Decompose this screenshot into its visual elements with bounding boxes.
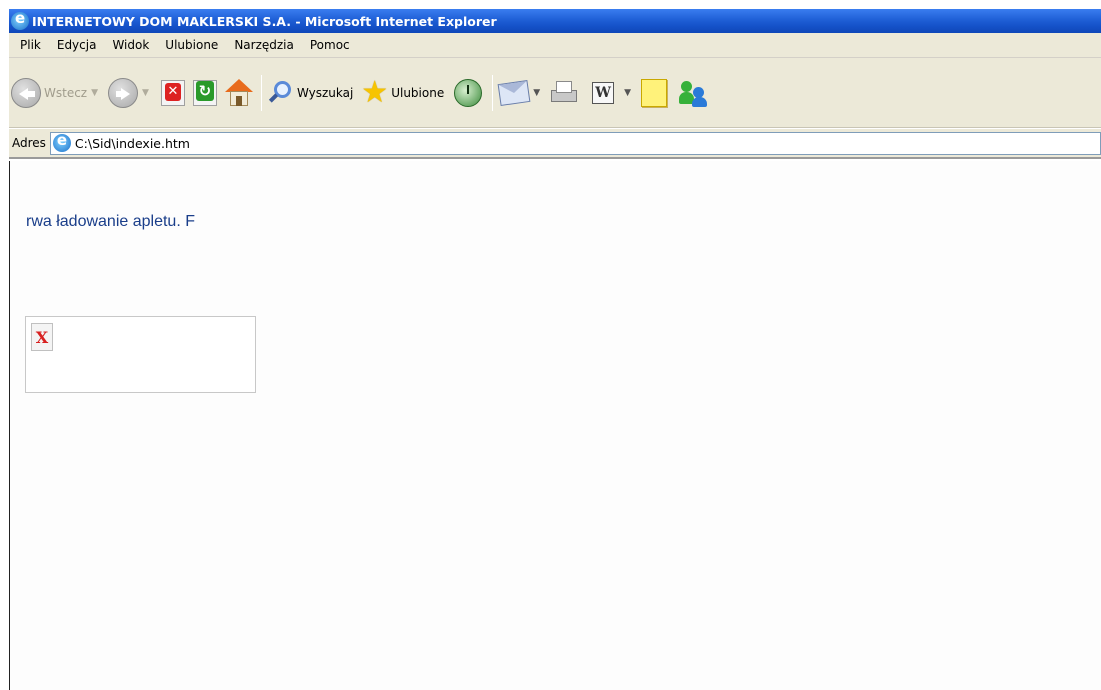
messenger-button[interactable] [679,73,709,113]
stop-icon [159,79,187,107]
home-icon [223,78,253,107]
address-label: Adres [12,136,46,150]
mail-button[interactable]: ▼ [497,73,546,113]
forward-dropdown-icon[interactable]: ▼ [142,88,149,98]
back-icon [11,77,41,108]
mail-dropdown-icon[interactable]: ▼ [533,88,540,98]
search-button[interactable]: Wyszukaj [268,73,353,113]
menu-tools[interactable]: Narzędzia [226,36,302,54]
address-value[interactable]: C:\Sid\indexie.htm [75,136,190,151]
edit-button[interactable]: W ▼ [592,73,637,113]
favorites-button[interactable]: ★ Ulubione [361,73,444,113]
menu-view[interactable]: Widok [104,36,157,54]
search-label: Wyszukaj [296,85,354,100]
menu-edit[interactable]: Edycja [49,36,105,54]
applet-loading-status: rwa ładowanie apletu. F [26,213,195,230]
menu-bar: Plik Edycja Widok Ulubione Narzędzia Pom… [9,33,1101,58]
note-icon [641,78,668,107]
forward-icon [108,77,139,108]
stop-button[interactable] [159,73,187,113]
home-button[interactable] [223,73,253,113]
menu-help[interactable]: Pomoc [302,36,358,54]
page-content: rwa ładowanie apletu. F X [9,161,1101,690]
ie-logo-icon [11,9,29,30]
back-button[interactable]: Wstecz ▼ [11,73,104,113]
title-bar[interactable]: INTERNETOWY DOM MAKLERSKI S.A. - Microso… [9,9,1101,33]
note-button[interactable] [641,73,668,113]
refresh-icon [191,79,219,107]
address-bar: Adres C:\Sid\indexie.htm [9,129,1101,159]
print-button[interactable] [550,73,578,113]
back-dropdown-icon[interactable]: ▼ [91,88,98,98]
history-icon [454,78,483,107]
broken-image-icon: X [31,323,53,351]
menu-file[interactable]: Plik [12,36,49,54]
print-icon [550,80,578,106]
mail-icon [497,79,531,106]
messenger-icon [679,79,709,107]
window-title: INTERNETOWY DOM MAKLERSKI S.A. - Microso… [32,13,497,29]
star-icon: ★ [361,74,389,110]
applet-placeholder[interactable]: X [25,316,256,393]
history-button[interactable] [454,73,483,113]
word-icon: W [592,81,615,104]
favorites-label: Ulubione [391,85,445,100]
edit-dropdown-icon[interactable]: ▼ [624,88,631,98]
forward-button[interactable]: ▼ [108,73,155,113]
toolbar: Wstecz ▼ ▼ Wyszukaj ★ Ulubione ▼ W ▼ [9,58,1101,128]
page-icon [52,131,71,152]
search-icon [268,79,294,107]
refresh-button[interactable] [191,73,219,113]
toolbar-separator [260,74,262,111]
menu-favorites[interactable]: Ulubione [157,36,226,54]
back-label: Wstecz [44,85,88,100]
address-input[interactable]: C:\Sid\indexie.htm [49,131,1101,155]
toolbar-separator [492,74,494,111]
